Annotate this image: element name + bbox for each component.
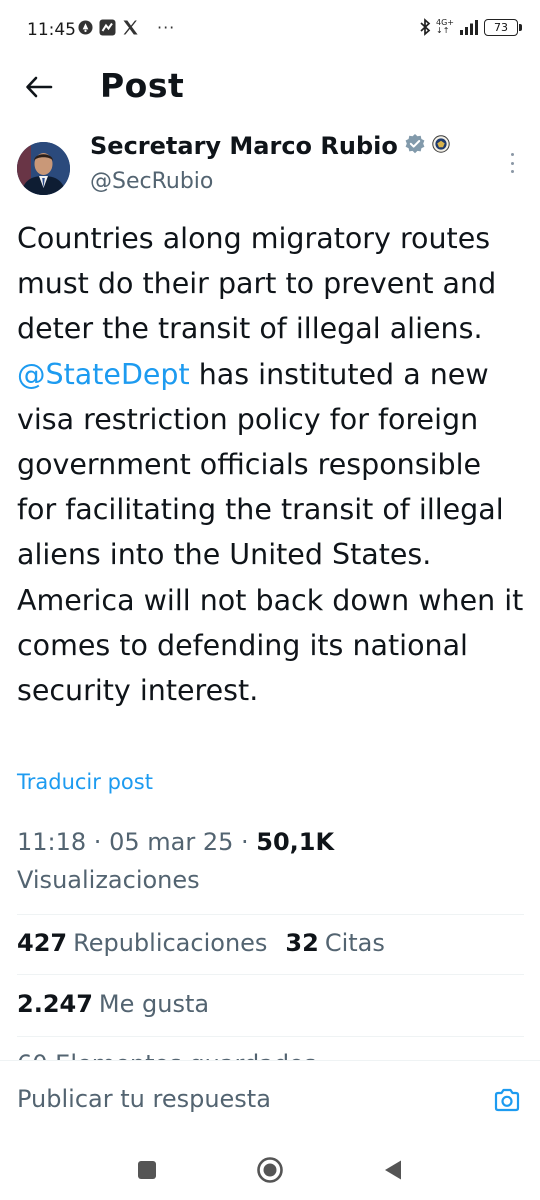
author-name[interactable]: Secretary Marco Rubio [90, 132, 398, 160]
mention-link[interactable]: @StateDept [17, 358, 190, 391]
battery-level: 73 [494, 20, 508, 34]
home-button[interactable] [256, 1156, 284, 1184]
reposts-count: 427 [17, 929, 68, 957]
meta-separator: · [233, 828, 257, 856]
x-logo-icon [122, 19, 139, 36]
government-seal-icon [432, 135, 450, 157]
meta-separator: · [86, 828, 110, 856]
divider [17, 914, 524, 915]
tweet-text-part: Countries along migratory routes must do… [17, 222, 497, 346]
system-nav-bar [0, 1140, 540, 1200]
header: Post [0, 58, 540, 120]
stats-reposts-row: 427 Republicaciones 32 Citas [17, 929, 385, 957]
quotes-label: Citas [324, 929, 385, 957]
author-handle[interactable]: @SecRubio [90, 169, 213, 194]
divider [17, 974, 524, 975]
views-label: Visualizaciones [17, 866, 200, 894]
app-icon [99, 19, 116, 36]
more-dot [510, 153, 514, 156]
likes-label: Me gusta [98, 990, 210, 1018]
camera-button[interactable] [492, 1085, 522, 1115]
nav-back-button[interactable] [379, 1156, 407, 1184]
arrow-left-icon [26, 76, 53, 98]
camera-icon [494, 1088, 520, 1112]
status-icons-right: 4G+ ↓↑ 73 [419, 18, 522, 36]
bluetooth-icon [419, 18, 431, 36]
network-activity: ↓↑ [436, 26, 450, 35]
reply-input[interactable]: Publicar tu respuesta [17, 1085, 271, 1113]
tweet-date[interactable]: 05 mar 25 [109, 828, 233, 856]
stats-likes-row: 2.247 Me gusta [17, 990, 209, 1018]
status-more-icon: ··· [157, 18, 176, 37]
quotes-count: 32 [285, 929, 319, 957]
battery-icon: 73 [484, 18, 522, 36]
more-dot [510, 170, 514, 173]
tweet-meta: 11:18 · 05 mar 25 · 50,1K Visualizacione… [17, 823, 527, 899]
status-bar: 11:45 ··· 4G+ ↓↑ 73 [0, 0, 540, 58]
translate-link[interactable]: Traducir post [17, 770, 153, 794]
back-button[interactable] [22, 70, 56, 104]
reposts-label: Republicaciones [73, 929, 268, 957]
status-icons-left: ··· [78, 18, 175, 37]
likes-stat[interactable]: 2.247 Me gusta [17, 990, 209, 1018]
network-type: 4G+ ↓↑ [436, 19, 454, 35]
notification-icon [78, 20, 93, 35]
avatar[interactable] [17, 142, 70, 195]
reposts-stat[interactable]: 427 Republicaciones [17, 929, 267, 957]
tweet-text: Countries along migratory routes must do… [17, 216, 527, 713]
quotes-stat[interactable]: 32 Citas [285, 929, 384, 957]
recents-button[interactable] [133, 1156, 161, 1184]
divider [17, 1036, 524, 1037]
tweet-time[interactable]: 11:18 [17, 828, 86, 856]
circle-icon [257, 1157, 283, 1183]
square-icon [138, 1161, 156, 1179]
status-time: 11:45 [27, 20, 76, 40]
views-count: 50,1K [256, 828, 335, 856]
page-title: Post [100, 66, 185, 105]
tweet-text-part: has instituted a new visa restriction po… [17, 357, 524, 708]
triangle-back-icon [385, 1160, 401, 1180]
more-dot [510, 161, 514, 165]
likes-count: 2.247 [17, 990, 93, 1018]
verified-badge-icon [404, 133, 426, 159]
reply-bar: Publicar tu respuesta [0, 1060, 540, 1140]
signal-icon [459, 19, 479, 35]
author-name-row: Secretary Marco Rubio [90, 132, 450, 160]
more-options-button[interactable] [504, 150, 520, 176]
